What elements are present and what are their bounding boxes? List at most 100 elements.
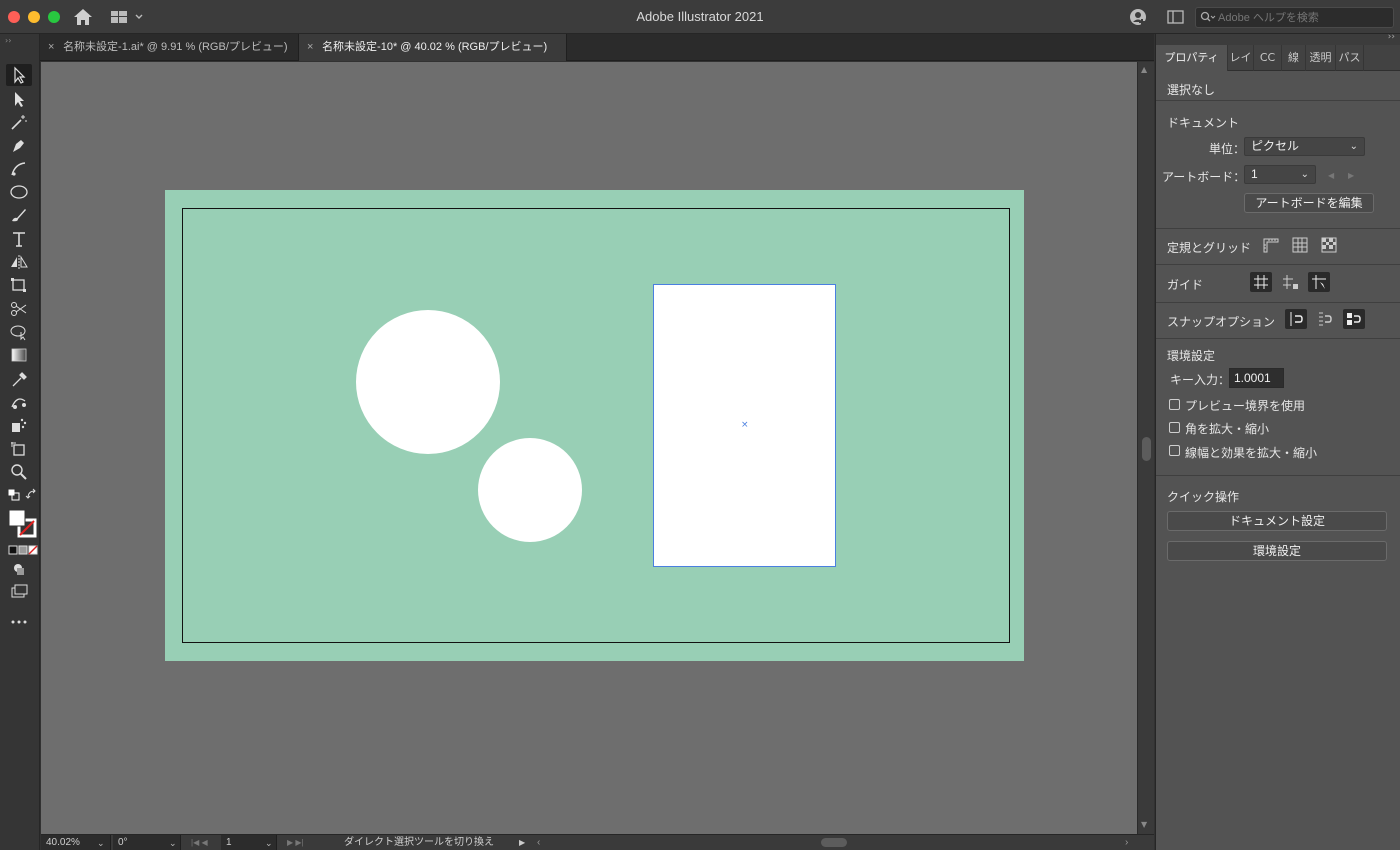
panel-layout-icon[interactable]	[1167, 9, 1185, 25]
tab-layers[interactable]: レイ	[1228, 45, 1254, 71]
screen-mode-icon[interactable]	[6, 580, 32, 602]
artboard-number-value: 1	[226, 837, 232, 848]
draw-mode-icon[interactable]	[6, 558, 32, 580]
help-search-box[interactable]	[1195, 7, 1394, 28]
pen-tool-icon[interactable]	[6, 134, 32, 156]
tab-close-icon[interactable]: ×	[48, 34, 60, 61]
grid-icon[interactable]	[1289, 235, 1311, 255]
panel-collapse-icon[interactable]: ››	[5, 36, 11, 45]
curvature-tool-icon[interactable]	[6, 158, 32, 180]
key-input-field[interactable]: 1.0001 px	[1229, 368, 1284, 388]
color-mode-icons[interactable]	[4, 542, 38, 555]
scroll-left-arrow-icon[interactable]: ‹	[537, 835, 540, 850]
free-transform-tool-icon[interactable]	[6, 274, 32, 296]
snap-to-point-icon[interactable]	[1285, 309, 1307, 329]
smart-guides-icon[interactable]	[1308, 272, 1330, 292]
help-search-input[interactable]	[1218, 10, 1388, 25]
scroll-up-arrow-icon[interactable]: ▲	[1141, 65, 1147, 74]
swap-fill-stroke-icon[interactable]	[22, 486, 36, 500]
artboard-tool-icon[interactable]	[6, 438, 32, 460]
divider	[1156, 302, 1400, 303]
small-white-circle[interactable]	[478, 438, 582, 542]
tab-close-icon[interactable]: ×	[307, 34, 319, 61]
preview-bounds-checkbox[interactable]	[1169, 399, 1180, 410]
artboard-select[interactable]: 1 ⌄	[1244, 165, 1316, 184]
edit-artboards-button[interactable]: アートボードを編集	[1244, 193, 1374, 213]
title-bar: Adobe Illustrator 2021	[0, 0, 1400, 34]
ruler-icon[interactable]	[1260, 235, 1282, 255]
divider	[1156, 228, 1400, 229]
properties-panel: ›› プロパティ レイ CC 線 透明 パス 選択なし ドキュメント 単位： ピ…	[1155, 32, 1400, 850]
scale-corners-checkbox[interactable]	[1169, 422, 1180, 433]
search-icon	[1200, 11, 1216, 24]
tab-label: 名称未設定-10* @ 40.02 % (RGB/プレビュー)	[322, 41, 548, 53]
snap-to-glyph-icon[interactable]	[1343, 309, 1365, 329]
scroll-right-arrow-icon[interactable]: ›	[1125, 835, 1128, 850]
tab-transparency[interactable]: 透明	[1306, 45, 1336, 71]
snap-to-pixel-icon[interactable]	[1314, 309, 1336, 329]
tab-document-1[interactable]: × 名称未設定-1.ai* @ 9.91 % (RGB/プレビュー)	[40, 34, 299, 61]
paintbrush-tool-icon[interactable]	[6, 204, 32, 226]
first-artboard-icon[interactable]: |◀ ◀	[191, 835, 208, 850]
symbol-sprayer-tool-icon[interactable]	[6, 414, 32, 436]
transparency-grid-icon[interactable]	[1318, 235, 1340, 255]
type-tool-icon[interactable]	[6, 228, 32, 250]
preferences-heading: 環境設定	[1167, 349, 1216, 363]
scroll-down-arrow-icon[interactable]: ▼	[1141, 820, 1147, 829]
quick-actions-heading: クイック操作	[1167, 490, 1240, 504]
scale-corners-label: 角を拡大・縮小	[1185, 422, 1270, 436]
tab-pathfinder[interactable]: パス	[1336, 45, 1364, 71]
horizontal-scroll-thumb[interactable]	[821, 838, 847, 847]
scissors-tool-icon[interactable]	[6, 298, 32, 320]
preview-bounds-label: プレビュー境界を使用	[1185, 399, 1306, 413]
scale-strokes-label: 線幅と効果を拡大・縮小	[1185, 446, 1318, 460]
zoom-tool-icon[interactable]	[6, 461, 32, 483]
ellipse-tool-icon[interactable]	[6, 181, 32, 203]
unit-label: 単位：	[1209, 142, 1246, 156]
magic-wand-tool-icon[interactable]	[6, 111, 32, 133]
status-menu-arrow-icon[interactable]: ▶	[519, 835, 525, 850]
divider	[1156, 338, 1400, 339]
blend-tool-icon[interactable]	[6, 391, 32, 413]
rulers-grid-heading: 定規とグリッド	[1167, 241, 1252, 255]
zoom-dropdown-icon[interactable]: ⌄	[97, 835, 105, 850]
vertical-scroll-thumb[interactable]	[1142, 437, 1151, 461]
reflect-tool-icon[interactable]	[6, 251, 32, 273]
unit-value: ピクセル	[1251, 139, 1300, 153]
document-setup-button[interactable]: ドキュメント設定	[1167, 511, 1387, 531]
artboard-value: 1	[1251, 167, 1258, 181]
next-artboard-icon[interactable]: ▶	[1348, 171, 1354, 180]
tools-panel: ››	[0, 34, 40, 850]
preferences-button[interactable]: 環境設定	[1167, 541, 1387, 561]
more-tools-icon[interactable]	[6, 611, 32, 633]
document-heading: ドキュメント	[1167, 116, 1240, 130]
tab-cc-libraries[interactable]: CC	[1254, 45, 1282, 71]
status-text: ダイレクト選択ツールを切り換え	[344, 837, 494, 848]
panel-collapse-icon[interactable]: ››	[1388, 32, 1395, 42]
tab-label: 名称未設定-1.ai* @ 9.91 % (RGB/プレビュー)	[63, 41, 288, 53]
fill-stroke-swatch-icon[interactable]	[4, 506, 37, 538]
shape-builder-tool-icon[interactable]	[6, 321, 32, 343]
artboard-dropdown-icon[interactable]: ⌄	[265, 835, 273, 850]
show-guides-icon[interactable]	[1250, 272, 1272, 292]
lock-guides-icon[interactable]	[1279, 272, 1301, 292]
document-tabs: × 名称未設定-1.ai* @ 9.91 % (RGB/プレビュー) × 名称未…	[40, 34, 1154, 61]
default-fill-stroke-icon[interactable]	[4, 486, 20, 501]
direct-selection-tool-icon[interactable]	[6, 88, 32, 110]
unit-select[interactable]: ピクセル ⌄	[1244, 137, 1365, 156]
gradient-tool-icon[interactable]	[6, 344, 32, 366]
eyedropper-tool-icon[interactable]	[6, 368, 32, 390]
user-account-icon[interactable]	[1128, 7, 1148, 27]
divider	[1156, 264, 1400, 265]
vertical-scrollbar[interactable]: ▲ ▼	[1137, 62, 1154, 834]
previous-artboard-icon[interactable]: ◀	[1328, 171, 1334, 180]
tab-properties[interactable]: プロパティ	[1156, 45, 1228, 71]
scale-strokes-checkbox[interactable]	[1169, 445, 1180, 456]
center-point-marker: ×	[741, 420, 749, 430]
selection-tool-icon[interactable]	[6, 64, 32, 86]
large-white-circle[interactable]	[356, 310, 500, 454]
tab-document-10[interactable]: × 名称未設定-10* @ 40.02 % (RGB/プレビュー)	[299, 34, 567, 61]
tab-stroke[interactable]: 線	[1282, 45, 1306, 71]
next-artboard-icon[interactable]: ▶ ▶|	[287, 835, 304, 850]
rotation-dropdown-icon[interactable]: ⌄	[169, 835, 177, 850]
